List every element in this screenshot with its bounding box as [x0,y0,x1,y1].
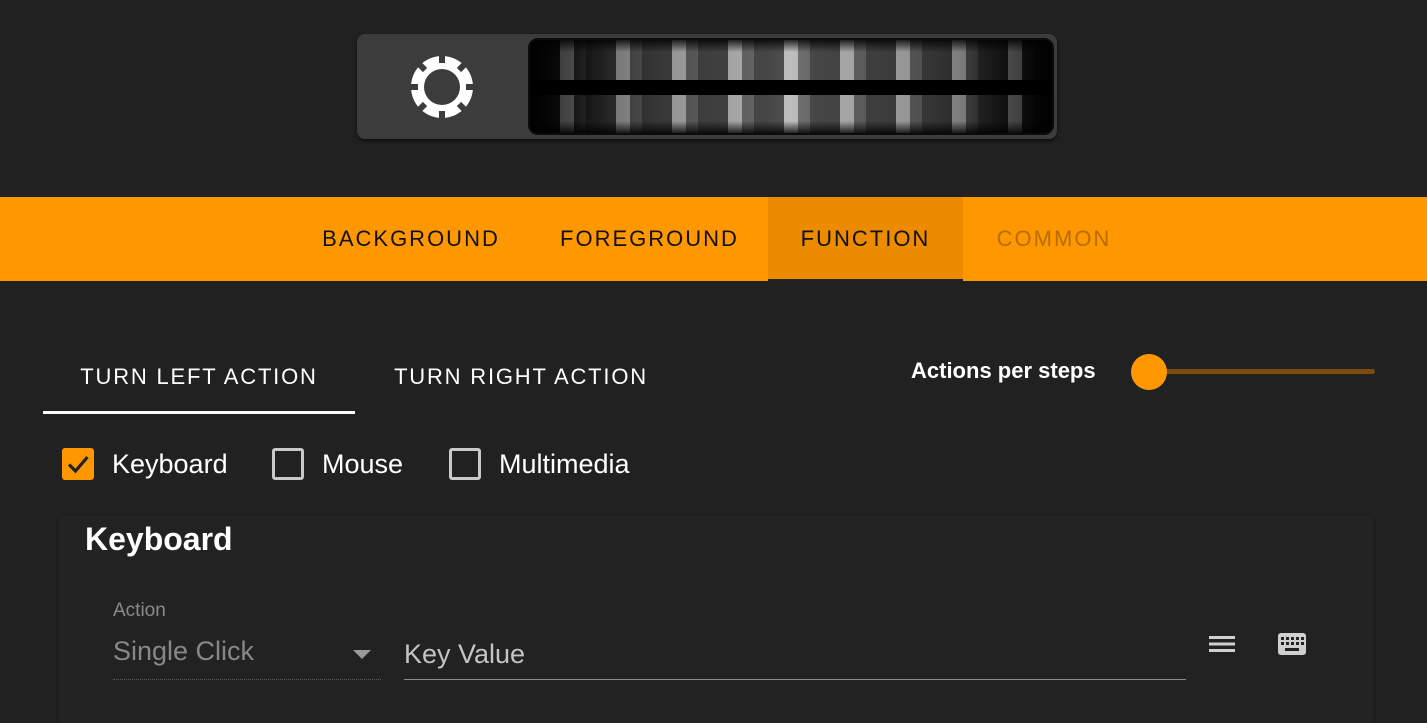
checkbox-label: Keyboard [112,448,228,479]
action-select-value: Single Click [113,636,255,666]
checkmark-icon [67,455,89,474]
tab-turn-left-action[interactable]: TURN LEFT ACTION [43,340,355,414]
keyboard-card [58,516,1374,723]
tab-function[interactable]: FUNCTION [768,197,963,281]
keyboard-icon[interactable] [1278,633,1306,655]
main-tab-bar: BACKGROUND FOREGROUND FUNCTION COMMON [0,197,1427,281]
action-field-label: Action [113,600,166,621]
menu-icon[interactable] [1209,634,1235,654]
gear-ring-icon [409,54,475,120]
checkbox-box[interactable] [449,448,481,480]
slider-thumb[interactable] [1131,354,1167,390]
checkbox-label: Multimedia [499,448,630,479]
checkbox-box[interactable] [62,448,94,480]
slider-track[interactable] [1147,369,1375,374]
page: BACKGROUND FOREGROUND FUNCTION COMMON TU… [0,0,1427,723]
dropdown-arrow-icon [353,650,371,659]
dial-preview [357,34,1057,139]
actions-per-steps-label: Actions per steps [911,358,1096,383]
keyboard-card-title: Keyboard [85,521,233,557]
keyboard-checkbox[interactable]: Keyboard [62,447,228,481]
checkbox-label: Mouse [322,448,404,479]
tab-common[interactable]: COMMON [963,197,1145,281]
tab-turn-right-action[interactable]: TURN RIGHT ACTION [362,340,680,414]
actions-per-steps-slider[interactable] [1131,354,1377,390]
tab-background[interactable]: BACKGROUND [298,197,524,281]
action-select[interactable]: Single Click [113,630,381,680]
checkbox-box[interactable] [272,448,304,480]
tab-foreground[interactable]: FOREGROUND [531,197,768,281]
dial-knob-image [528,38,1054,135]
multimedia-checkbox[interactable]: Multimedia [449,447,630,481]
mouse-checkbox[interactable]: Mouse [272,447,403,481]
key-value-input[interactable] [404,630,1186,680]
